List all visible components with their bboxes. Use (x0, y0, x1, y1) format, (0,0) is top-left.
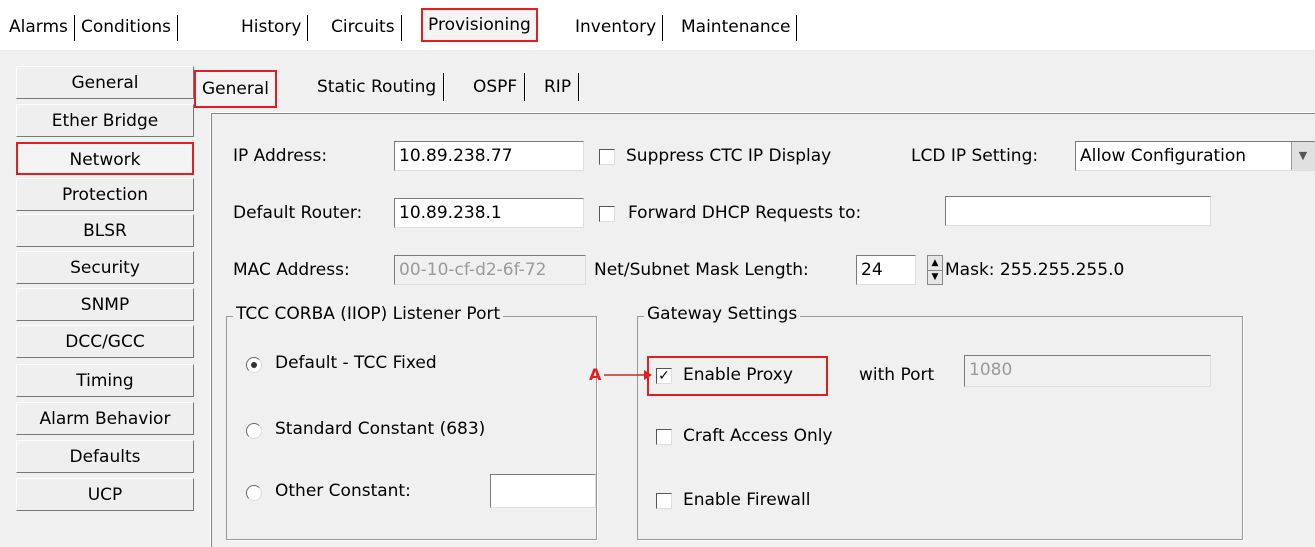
subtab-rip-label: RIP (544, 77, 572, 97)
forward-dhcp-label: Forward DHCP Requests to: (628, 203, 862, 223)
ip-address-field[interactable]: 10.89.238.77 (394, 141, 584, 171)
default-router-field[interactable]: 10.89.238.1 (394, 198, 584, 228)
radio-default-tcc-fixed-label: Default - TCC Fixed (275, 353, 437, 373)
tab-maintenance[interactable]: Maintenance (676, 13, 798, 41)
tab-history[interactable]: History (236, 13, 309, 41)
tab-alarms[interactable]: Alarms (4, 13, 75, 41)
corba-group-title: TCC CORBA (IIOP) Listener Port (233, 304, 504, 324)
subnet-mask-value: Mask: 255.255.255.0 (945, 260, 1125, 280)
enable-firewall-label: Enable Firewall (683, 490, 811, 510)
radio-standard-constant[interactable] (246, 423, 262, 439)
tab-provisioning[interactable]: Provisioning (421, 8, 538, 42)
subtab-rip[interactable]: RIP (538, 70, 580, 104)
nav-defaults[interactable]: Defaults (16, 440, 194, 473)
callout-a-label: A (589, 365, 602, 384)
suppress-ctc-ip-checkbox[interactable] (599, 149, 615, 165)
main-tab-bar: Alarms Conditions History Circuits Provi… (0, 0, 1315, 50)
lcd-ip-setting-label: LCD IP Setting: (911, 146, 1039, 166)
dropdown-arrow-icon[interactable]: ▼ (1291, 142, 1314, 170)
subtab-ospf-label: OSPF (473, 77, 518, 97)
craft-access-only-label: Craft Access Only (683, 426, 833, 446)
net-subnet-mask-length-field[interactable]: 24 (856, 255, 916, 285)
other-constant-field[interactable] (490, 474, 596, 508)
tab-circuits[interactable]: Circuits (326, 13, 402, 41)
tab-inventory[interactable]: Inventory (570, 13, 664, 41)
nav-protection[interactable]: Protection (16, 178, 194, 211)
tab-maintenance-label: Maintenance (681, 17, 791, 37)
tab-alarms-label: Alarms (9, 17, 68, 37)
nav-ether-bridge[interactable]: Ether Bridge (16, 104, 194, 137)
nav-network[interactable]: Network (16, 142, 194, 175)
enable-proxy-highlight (647, 356, 828, 396)
nav-security[interactable]: Security (16, 251, 194, 284)
tab-provisioning-label: Provisioning (428, 15, 531, 35)
callout-arrow-icon (604, 370, 652, 380)
nav-ucp[interactable]: UCP (16, 478, 194, 511)
tab-circuits-label: Circuits (331, 17, 395, 37)
ip-address-label: IP Address: (233, 146, 328, 166)
tab-conditions[interactable]: Conditions (76, 13, 178, 41)
forward-dhcp-field[interactable] (945, 196, 1211, 226)
spinner-up-icon[interactable]: ▲ (928, 256, 942, 271)
tab-history-label: History (241, 17, 302, 37)
net-subnet-mask-length-label: Net/Subnet Mask Length: (594, 260, 809, 280)
mask-length-spinner[interactable]: ▲ ▼ (927, 255, 943, 285)
tab-inventory-label: Inventory (575, 17, 657, 37)
nav-dcc-gcc[interactable]: DCC/GCC (16, 325, 194, 358)
forward-dhcp-checkbox[interactable] (599, 206, 615, 222)
suppress-ctc-ip-label: Suppress CTC IP Display (626, 146, 832, 166)
nav-blsr[interactable]: BLSR (16, 214, 194, 247)
craft-access-only-checkbox[interactable] (656, 429, 672, 445)
subtab-general[interactable]: General (194, 70, 277, 108)
tab-conditions-label: Conditions (81, 17, 171, 37)
gateway-group-title: Gateway Settings (644, 304, 801, 324)
lcd-ip-setting-select[interactable]: Allow Configuration ▼ (1075, 141, 1315, 171)
radio-other-constant[interactable] (246, 485, 262, 501)
default-router-label: Default Router: (233, 203, 363, 223)
mac-address-field: 00-10-cf-d2-6f-72 (394, 255, 586, 285)
with-port-label: with Port (859, 365, 935, 385)
radio-other-constant-label: Other Constant: (275, 481, 411, 501)
mac-address-label: MAC Address: (233, 260, 350, 280)
subtab-static-routing-label: Static Routing (317, 77, 437, 97)
nav-timing[interactable]: Timing (16, 364, 194, 397)
nav-snmp[interactable]: SNMP (16, 288, 194, 321)
subtab-static-routing[interactable]: Static Routing (311, 70, 445, 104)
nav-alarm-behavior[interactable]: Alarm Behavior (16, 402, 194, 435)
radio-standard-constant-label: Standard Constant (683) (275, 419, 486, 439)
subtab-general-label: General (202, 79, 269, 99)
nav-general[interactable]: General (16, 66, 194, 99)
subtab-ospf[interactable]: OSPF (467, 70, 526, 104)
spinner-down-icon[interactable]: ▼ (928, 270, 942, 284)
proxy-port-field: 1080 (964, 355, 1211, 387)
radio-default-tcc-fixed[interactable] (246, 357, 262, 373)
enable-firewall-checkbox[interactable] (656, 493, 672, 509)
lcd-ip-setting-value: Allow Configuration (1080, 146, 1247, 166)
